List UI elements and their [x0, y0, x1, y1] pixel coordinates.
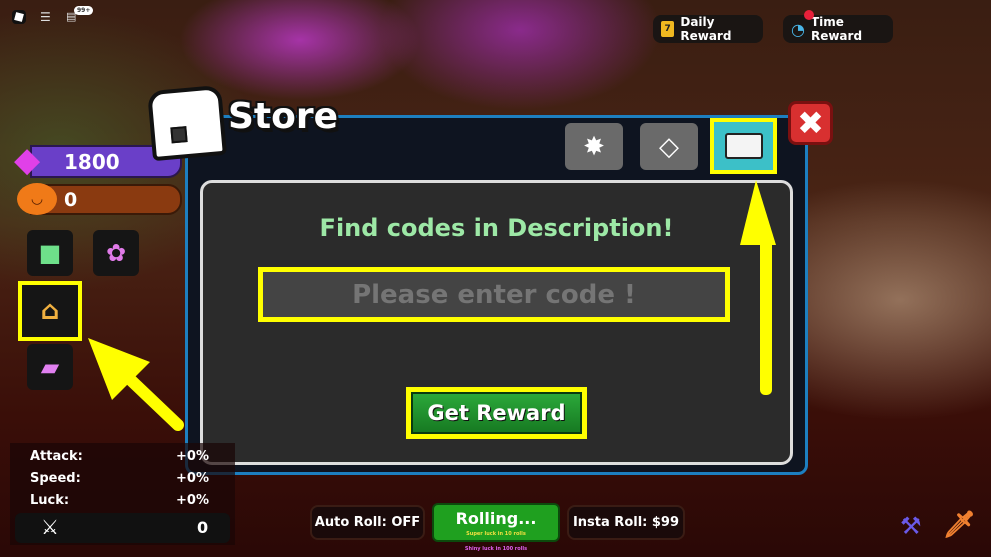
speed-label: Speed:	[30, 471, 81, 486]
wand-icon[interactable]: ⚒	[900, 512, 922, 540]
speed-value: +0%	[176, 471, 209, 486]
shiny-luck-text: Shiny luck in 100 rolls	[464, 546, 528, 552]
rolling-button[interactable]: Rolling... Super luck in 10 rolls	[432, 503, 560, 542]
luck-value: +0%	[176, 493, 209, 508]
sword-icon[interactable]: 🗡	[943, 510, 976, 540]
crossed-swords-icon: ⚔	[41, 515, 59, 539]
arrow-right-shaft	[760, 230, 772, 395]
power-value: 0	[197, 518, 209, 537]
luck-label: Luck:	[30, 493, 70, 508]
power-row: ⚔ 0	[15, 513, 230, 543]
auto-roll-button[interactable]: Auto Roll: OFF	[310, 505, 425, 540]
super-luck-text: Super luck in 10 rolls	[466, 531, 526, 537]
arrow-right-head	[740, 180, 776, 245]
attack-value: +0%	[176, 449, 209, 464]
insta-roll-button[interactable]: Insta Roll: $99	[567, 505, 685, 540]
rolling-label: Rolling...	[455, 509, 537, 528]
stats-panel: Attack: +0% Speed: +0% Luck: +0% ⚔ 0	[10, 443, 235, 545]
attack-label: Attack:	[30, 449, 83, 464]
